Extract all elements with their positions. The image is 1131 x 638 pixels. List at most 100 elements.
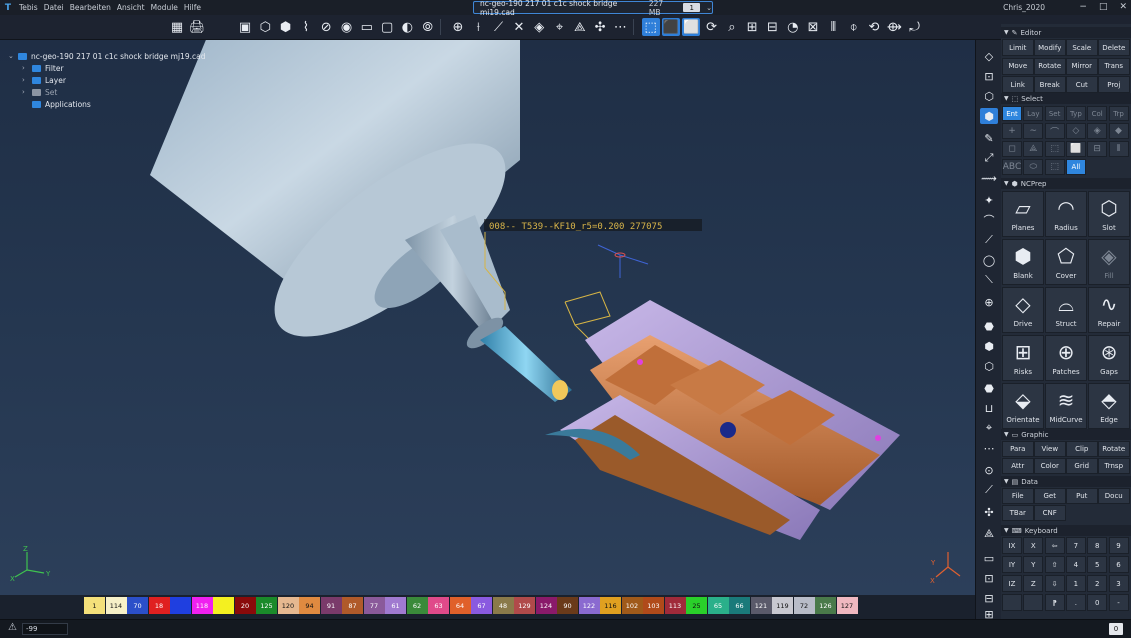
toolbar-tool-0-6-icon[interactable]: ▭ [358,18,376,36]
key-3[interactable]: 3 [1108,575,1129,592]
editor-break-button[interactable]: Break [1034,76,1066,93]
chevron-down-icon[interactable]: ⌄ [8,52,18,60]
color-swatch[interactable]: 72 [793,597,815,614]
key-0[interactable]: 0 [1087,594,1108,611]
side-tool-24-icon[interactable]: ▭ [980,550,998,566]
user-name[interactable]: Chris_2020 [1003,3,1045,12]
toolbar-tool-0-0-icon[interactable]: ▣ [236,18,254,36]
editor-link-button[interactable]: Link [1002,76,1034,93]
color-swatch[interactable]: 70 [127,597,148,614]
color-swatch[interactable]: 18 [148,597,170,614]
key-z[interactable]: Z [1023,575,1044,592]
key-9[interactable]: 9 [1108,537,1129,554]
side-tool-11-icon[interactable]: ⟍ [980,272,998,288]
color-swatch[interactable]: 119 [772,597,793,614]
color-swatch[interactable]: 65 [707,597,729,614]
chevron-right-icon[interactable]: › [22,88,32,96]
chevron-down-icon[interactable]: ⌄ [706,4,712,12]
key-5[interactable]: 5 [1087,556,1108,573]
ncprep-edge-button[interactable]: ⬘ Edge [1088,383,1130,429]
select-tab-ent[interactable]: Ent [1002,106,1022,121]
toolbar-tool-0-2-icon[interactable]: ⬢ [277,18,295,36]
section-editor-header[interactable]: ▼ ✎ Editor [1001,27,1131,38]
tree-item-layer[interactable]: › Layer [8,74,205,86]
side-tool-15-icon[interactable]: ⬡ [980,358,998,374]
select-filter-7-icon[interactable]: ⟁ [1023,141,1044,157]
color-swatch[interactable] [213,597,234,614]
toolbar-tool-2-11-icon[interactable]: ⟲ [865,18,883,36]
ncprep-slot-button[interactable]: ⬡ Slot [1088,191,1130,237]
toolbar-tool-0-4-icon[interactable]: ⊘ [317,18,335,36]
side-tool-21-icon[interactable]: ⟋ [980,482,998,498]
tree-item-set[interactable]: › Set [8,86,205,98]
data-put-button[interactable]: Put [1066,488,1098,504]
toolbar-tool-2-5-icon[interactable]: ⊞ [743,18,761,36]
side-tool-27-icon[interactable]: ⊞ [980,606,998,622]
close-icon[interactable]: ✕ [1119,2,1127,12]
toolbar-tool-1-3-icon[interactable]: ✕ [510,18,528,36]
toolbar-tool-2-13-icon[interactable]: ⤾ [906,18,924,36]
toolbar-tool-0-8-icon[interactable]: ◐ [398,18,416,36]
toolbar-tool-1-6-icon[interactable]: ⟁ [571,18,589,36]
graphic-trnsp-button[interactable]: Trnsp [1098,458,1130,474]
editor-proj-button[interactable]: Proj [1098,76,1130,93]
editor-trans-button[interactable]: Trans [1098,57,1130,75]
side-tool-0-icon[interactable]: ◇ [980,48,998,64]
select-filter-9-icon[interactable]: ⬜ [1065,141,1086,157]
color-swatch[interactable]: 129 [514,597,535,614]
section-select-header[interactable]: ▼ ⬚ Select [1001,93,1131,104]
key-sym-0-2[interactable]: ⇦ [1044,537,1065,554]
ncprep-fill-button[interactable]: ◈ Fill [1088,239,1130,285]
color-swatch[interactable]: 116 [600,597,621,614]
color-swatch[interactable]: 67 [471,597,492,614]
menu-hilfe[interactable]: Hilfe [181,3,204,12]
ncprep-repair-button[interactable]: ∿ Repair [1088,287,1130,333]
select-filter-4-icon[interactable]: ◈ [1087,123,1108,139]
side-tool-12-icon[interactable]: ⊕ [980,294,998,310]
key-blank-3-1[interactable] [1023,594,1044,611]
key-sym-3-5[interactable]: - [1108,594,1129,611]
ncprep-planes-button[interactable]: ▱ Planes [1002,191,1044,237]
ncprep-orientate-button[interactable]: ⬙ Orientate [1002,383,1044,429]
status-input[interactable]: -99 [22,623,68,635]
color-swatch[interactable]: 120 [277,597,299,614]
side-tool-23-icon[interactable]: ⟁ [980,526,998,542]
editor-mirror-button[interactable]: Mirror [1066,57,1098,75]
document-tab[interactable]: nc-geo-190 217 01 c1c shock bridge mj19.… [473,0,713,17]
color-swatch[interactable]: 20 [234,597,256,614]
key-6[interactable]: 6 [1108,556,1129,573]
side-tool-19-icon[interactable]: ⋯ [980,440,998,456]
key-sym-2-2[interactable]: ⇩ [1044,575,1065,592]
side-tool-17-icon[interactable]: ⊔ [980,400,998,416]
warning-icon[interactable]: ⚠ [8,622,17,633]
color-swatch[interactable]: 114 [105,597,127,614]
editor-cut-button[interactable]: Cut [1066,76,1098,93]
side-tool-7-icon[interactable]: ✦ [980,192,998,208]
key-2[interactable]: 2 [1087,575,1108,592]
menu-ansicht[interactable]: Ansicht [114,3,148,12]
toolbar-tool-0-9-icon[interactable]: ⦾ [419,18,437,36]
color-swatch[interactable]: 113 [664,597,686,614]
data-docu-button[interactable]: Docu [1098,488,1130,504]
key-iy[interactable]: IY [1002,556,1022,573]
tree-item-applications[interactable]: Applications [8,98,205,110]
graphic-grid-button[interactable]: Grid [1066,458,1098,474]
side-tool-2-icon[interactable]: ⬡ [980,88,998,104]
data-cnf-button[interactable]: CNF [1034,505,1066,521]
side-tool-25-icon[interactable]: ⊡ [980,570,998,586]
tree-item-filter[interactable]: › Filter [8,62,205,74]
data-tbar-button[interactable]: TBar [1002,505,1034,521]
color-swatch[interactable]: 48 [492,597,514,614]
menu-module[interactable]: Module [148,3,181,12]
select-filter-0-icon[interactable]: + [1002,123,1022,139]
ncprep-patches-button[interactable]: ⊕ Patches [1045,335,1087,381]
color-swatch[interactable]: 125 [256,597,277,614]
color-swatch[interactable]: 121 [750,597,772,614]
data-file-button[interactable]: File [1002,488,1034,504]
color-swatch[interactable]: 103 [643,597,664,614]
editor-rotate-button[interactable]: Rotate [1034,57,1066,75]
color-swatch[interactable]: 91 [320,597,342,614]
toolbar-tool-1-5-icon[interactable]: ⌖ [551,18,569,36]
side-tool-1-icon[interactable]: ⊡ [980,68,998,84]
select-filter-14-icon[interactable]: ⬚ [1044,159,1065,175]
